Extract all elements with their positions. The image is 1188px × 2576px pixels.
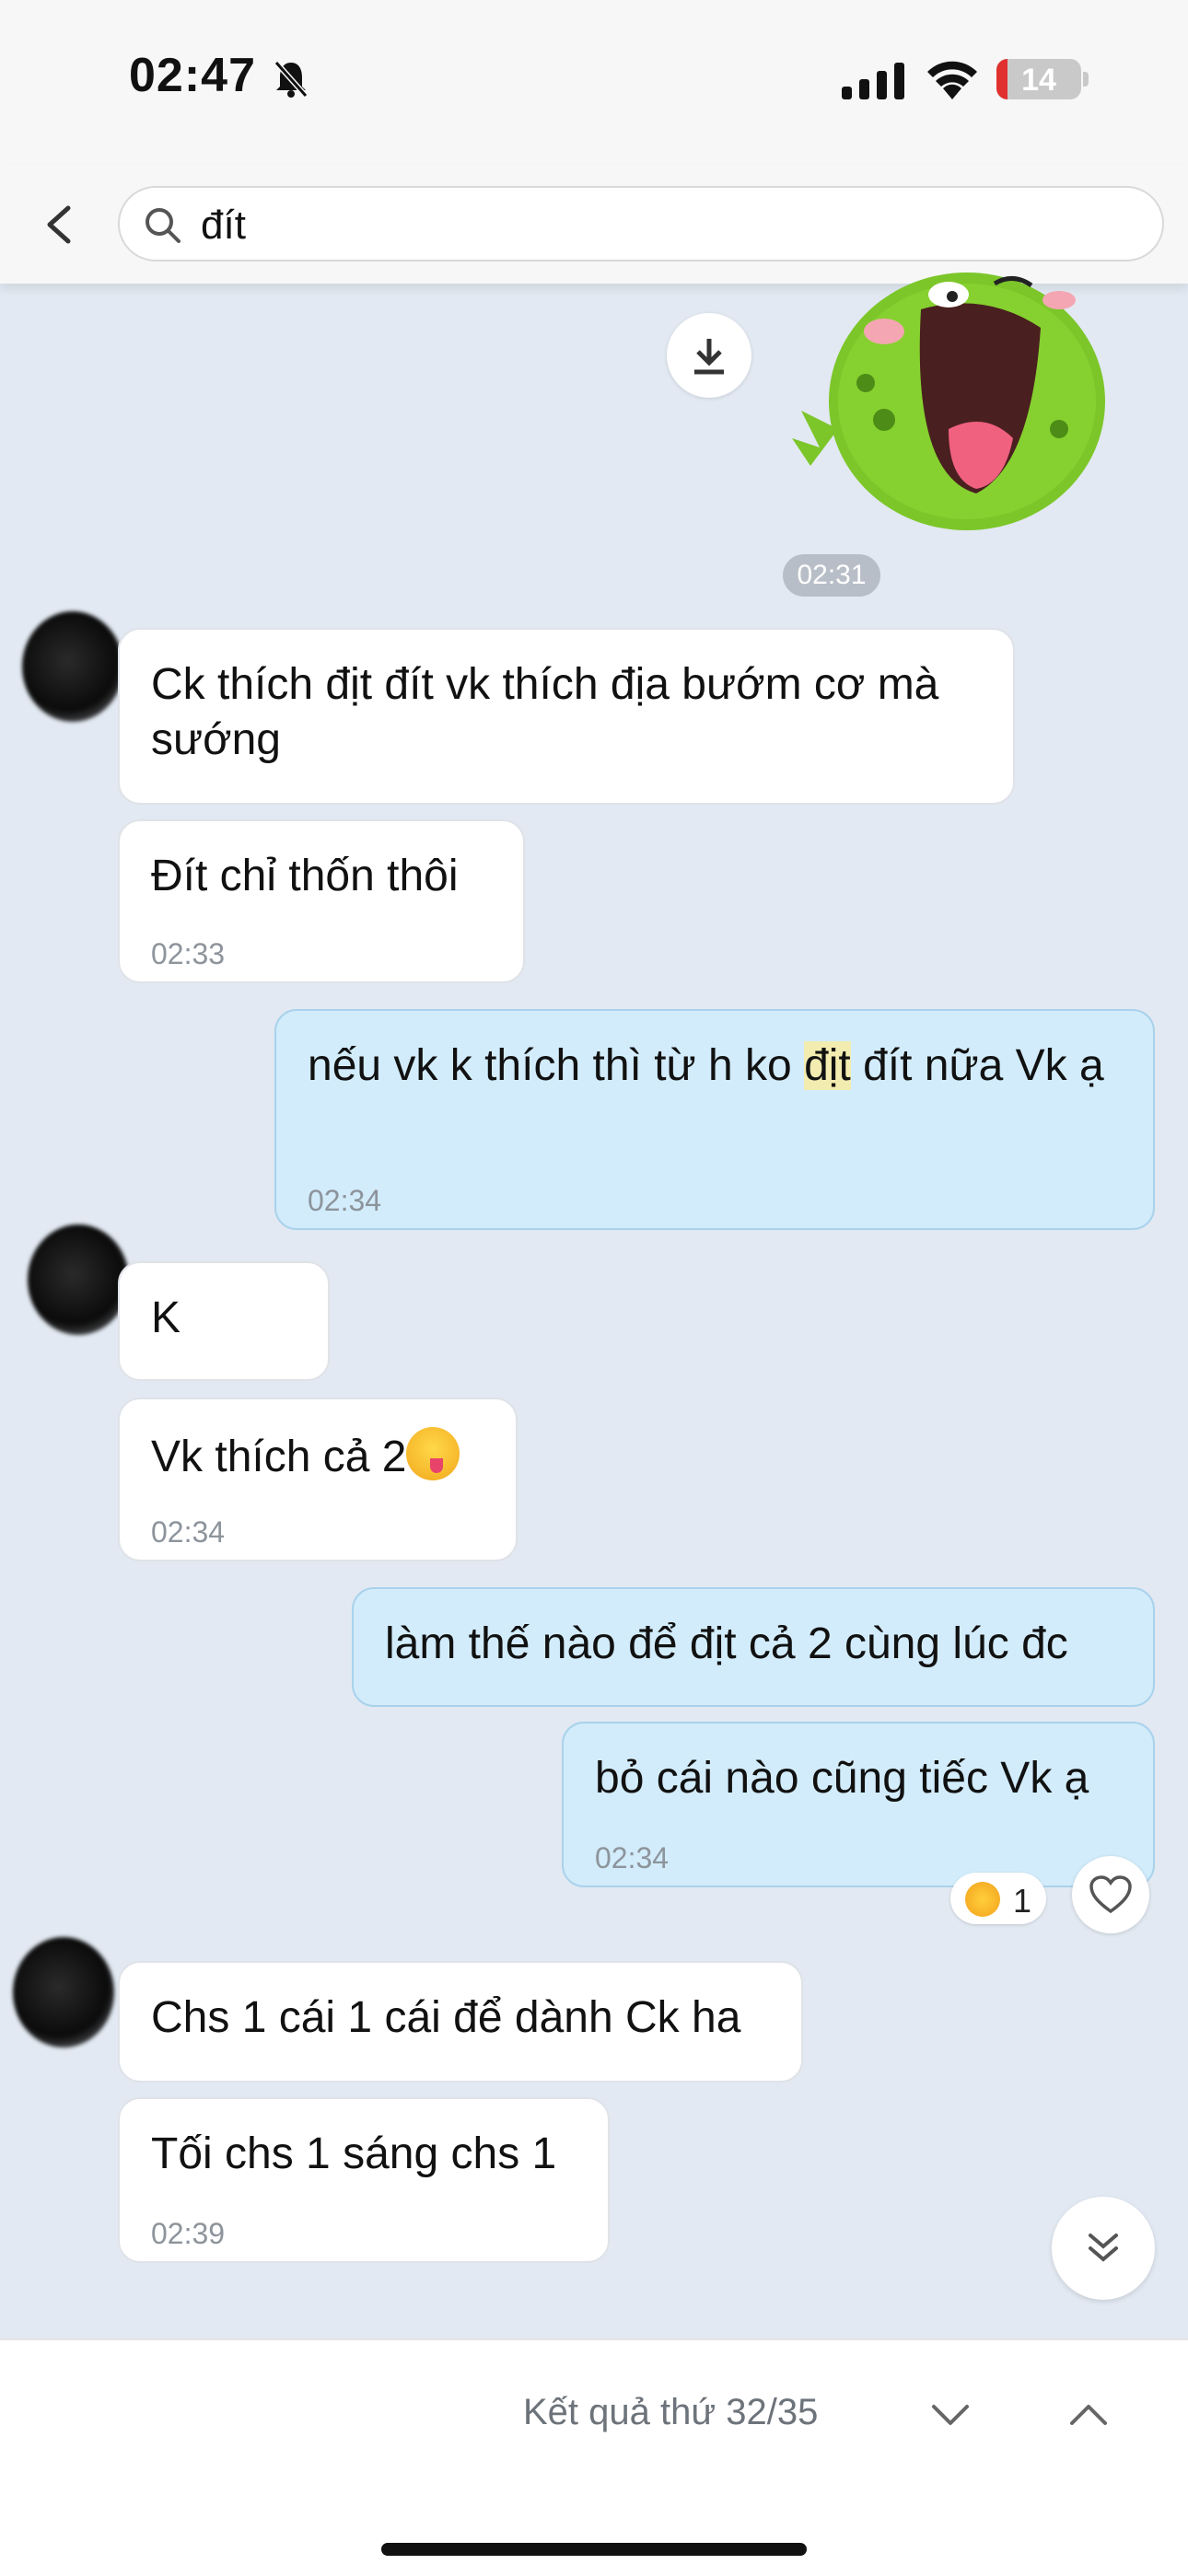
reaction-badge[interactable]: 1: [950, 1873, 1046, 1924]
search-query[interactable]: đít: [201, 203, 246, 249]
heart-icon: [1089, 1875, 1132, 1914]
search-highlight: địt: [804, 1041, 851, 1090]
reaction-count: 1: [1013, 1882, 1032, 1920]
message-time: 02:39: [151, 2217, 226, 2250]
avatar[interactable]: [28, 1224, 129, 1335]
message-bubble-incoming[interactable]: Tối chs 1 sáng chs 1 02:39: [118, 2097, 610, 2263]
search-header: đít: [0, 166, 1188, 284]
time-divider: 02:31: [783, 554, 880, 597]
double-chevron-down-icon: [1089, 2234, 1118, 2262]
message-time: 02:34: [308, 1184, 382, 1217]
chevron-up-icon[interactable]: [1066, 2397, 1111, 2434]
download-button[interactable]: [667, 313, 751, 398]
avatar[interactable]: [22, 611, 123, 722]
battery-indicator: 14: [996, 59, 1081, 99]
home-indicator: [381, 2543, 807, 2556]
back-chevron-icon[interactable]: [41, 203, 77, 247]
scroll-to-bottom-button[interactable]: [1052, 2197, 1155, 2300]
status-time: 02:47: [129, 49, 256, 102]
message-bubble-incoming[interactable]: K: [118, 1261, 330, 1381]
message-text: Vk thích cả 2: [151, 1427, 488, 1485]
message-text: Chs 1 cái 1 cái để dành Ck ha: [151, 1993, 741, 2042]
message-bubble-incoming[interactable]: Vk thích cả 2 02:34: [118, 1398, 518, 1561]
message-time: 02:33: [151, 937, 226, 970]
message-bubble-outgoing[interactable]: bỏ cái nào cũng tiếc Vk ạ 02:34: [562, 1722, 1155, 1887]
emoji-yum: [406, 1427, 460, 1480]
react-heart-button[interactable]: [1072, 1856, 1149, 1933]
message-text: K: [151, 1294, 181, 1342]
battery-level: 14: [1021, 63, 1056, 98]
message-bubble-outgoing[interactable]: nếu vk k thích thì từ h ko địt đít nữa V…: [274, 1009, 1155, 1230]
message-time: 02:34: [595, 1841, 670, 1874]
laugh-emoji-icon: [965, 1882, 1000, 1917]
message-text: làm thế nào để địt cả 2 cùng lúc đc: [385, 1619, 1068, 1668]
message-time: 02:34: [151, 1515, 226, 1549]
wifi-icon: [927, 61, 977, 99]
message-text: bỏ cái nào cũng tiếc Vk ạ: [595, 1754, 1089, 1803]
message-text: Đít chỉ thốn thôi: [151, 852, 459, 900]
bell-muted-icon: [274, 61, 309, 98]
message-bubble-incoming[interactable]: Ck thích địt đít vk thích địa bướm cơ mà…: [118, 628, 1015, 805]
message-text: Ck thích địt đít vk thích địa bướm cơ mà…: [151, 660, 939, 764]
sticker-image[interactable]: [783, 273, 1133, 530]
download-icon: [694, 339, 724, 375]
search-input[interactable]: đít: [118, 186, 1164, 261]
chevron-down-icon[interactable]: [928, 2397, 973, 2434]
search-icon: [146, 208, 181, 243]
message-text: Tối chs 1 sáng chs 1: [151, 2129, 557, 2178]
search-result-counter: Kết quả thứ 32/35: [523, 2392, 819, 2432]
message-bubble-outgoing[interactable]: làm thế nào để địt cả 2 cùng lúc đc: [352, 1587, 1155, 1707]
message-bubble-incoming[interactable]: Đít chỉ thốn thôi 02:33: [118, 819, 525, 983]
message-text: nếu vk k thích thì từ h ko địt đít nữa V…: [308, 1041, 1104, 1090]
status-bar: 02:47 14: [0, 0, 1188, 166]
cellular-icon: [842, 63, 904, 99]
avatar[interactable]: [13, 1937, 114, 2048]
search-results-bar: Kết quả thứ 32/35: [0, 2338, 1188, 2576]
message-bubble-incoming[interactable]: Chs 1 cái 1 cái để dành Ck ha: [118, 1961, 803, 2083]
